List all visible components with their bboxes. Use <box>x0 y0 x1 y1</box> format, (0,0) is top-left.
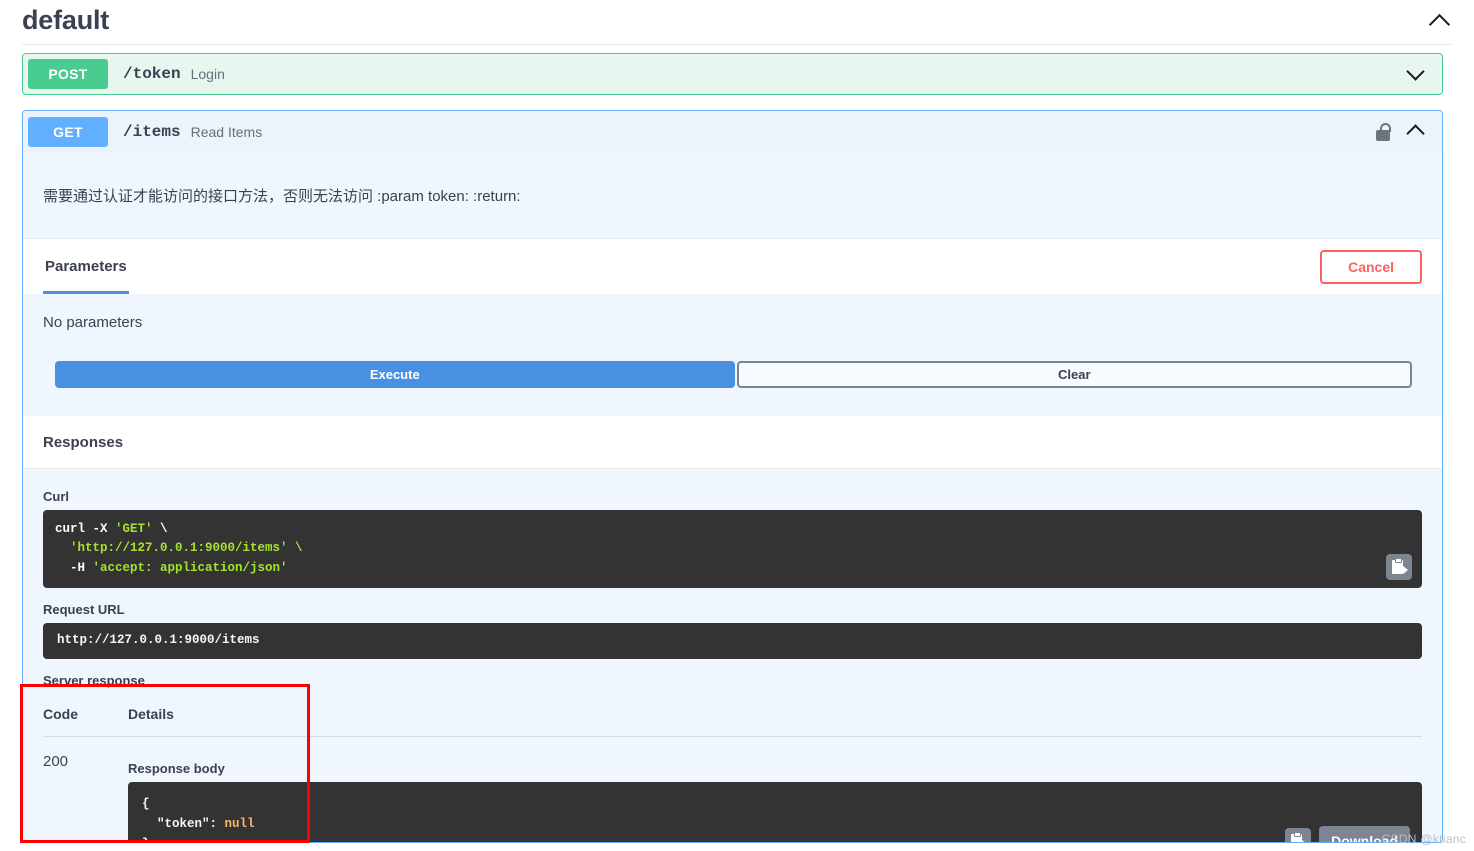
column-header-details: Details <box>128 693 1422 737</box>
operation-description: 需要通过认证才能访问的接口方法，否则无法访问 :param token: :re… <box>23 152 1442 239</box>
curl-line1-command: curl -X <box>55 522 116 536</box>
curl-code-block: curl -X 'GET' \ 'http://127.0.0.1:9000/i… <box>43 510 1422 589</box>
response-details-cell: Response body { "token": null }Download <box>128 736 1422 843</box>
copy-arrow <box>1403 566 1408 575</box>
server-response-table: Code Details 200 Response body { "token"… <box>43 693 1422 843</box>
request-url-label: Request URL <box>43 602 125 618</box>
page-title: default <box>22 4 110 35</box>
curl-line2: 'http://127.0.0.1:9000/items' \ <box>55 541 303 556</box>
operation-summary-get[interactable]: GET /items Read Items <box>23 111 1442 152</box>
curl-line1-tail: \ <box>152 522 168 536</box>
expand-post-wrapper[interactable] <box>1406 62 1430 86</box>
response-body-key: "token": <box>142 816 225 831</box>
watermark: CSDN @ktianc <box>1381 832 1466 846</box>
operation-path-post: /token <box>123 65 181 83</box>
cancel-button[interactable]: Cancel <box>1320 249 1422 284</box>
curl-line1-string: 'GET' <box>115 522 153 536</box>
copy-clipboard-icon <box>1291 831 1308 842</box>
method-badge-post: POST <box>28 59 108 89</box>
chevron-up-icon[interactable] <box>1428 10 1452 34</box>
padlock-body <box>1376 129 1390 141</box>
responses-heading: Responses <box>43 433 124 451</box>
parameters-bar: Parameters Cancel <box>23 239 1442 294</box>
column-header-code: Code <box>43 693 128 737</box>
table-row: 200 Response body { "token": null }Downl… <box>43 736 1422 843</box>
clear-button[interactable]: Clear <box>736 361 1412 388</box>
response-body-brace-open: { <box>142 796 150 811</box>
operation-summary-text-get: Read Items <box>190 123 263 140</box>
responses-content: Curl curl -X 'GET' \ 'http://127.0.0.1:9… <box>23 469 1442 843</box>
response-body-label: Response body <box>128 760 225 776</box>
method-badge-get: GET <box>28 116 108 147</box>
operation-summary-text-post: Login <box>190 66 225 82</box>
collapse-get-wrapper[interactable] <box>1406 120 1430 144</box>
tag-header-default[interactable]: default <box>22 0 1452 45</box>
server-response-label: Server response <box>43 672 145 688</box>
chevron-up-icon[interactable] <box>1406 120 1430 144</box>
curl-label: Curl <box>43 489 69 504</box>
response-code: 200 <box>43 752 69 770</box>
response-body-code-block: { "token": null }Download <box>128 781 1422 843</box>
copy-response-button[interactable] <box>1285 827 1312 842</box>
execute-button[interactable]: Execute <box>55 361 735 388</box>
operation-get-items: GET /items Read Items 需要通过认证才能访问的接口方法，否则… <box>22 110 1443 843</box>
copy-arrow <box>1302 839 1308 842</box>
request-url-value: http://127.0.0.1:9000/items <box>43 623 1422 659</box>
table-header-row: Code Details <box>43 693 1422 737</box>
operation-post-token[interactable]: POST /token Login <box>22 53 1443 95</box>
tab-parameters[interactable]: Parameters <box>43 239 129 294</box>
unlocked-padlock-icon[interactable] <box>1376 122 1392 141</box>
response-body-value: null <box>224 816 255 831</box>
table-body: 200 Response body { "token": null }Downl… <box>43 736 1422 843</box>
execute-row: Execute Clear <box>23 351 1442 416</box>
curl-line3-command: -H <box>55 560 93 575</box>
operation-path-get: /items <box>123 122 181 141</box>
chevron-down-icon[interactable] <box>1406 62 1430 86</box>
table-head: Code Details <box>43 693 1422 737</box>
operation-summary-post[interactable]: POST /token Login <box>23 54 1442 94</box>
swagger-ui-page: default POST /token Login GET /items Rea… <box>0 0 1474 851</box>
curl-line3-string: 'accept: application/json' <box>92 560 288 575</box>
no-parameters-text: No parameters <box>23 294 1442 351</box>
responses-bar: Responses <box>23 416 1442 469</box>
copy-curl-button[interactable] <box>1386 554 1412 581</box>
operation-body-get: 需要通过认证才能访问的接口方法，否则无法访问 :param token: :re… <box>23 152 1442 843</box>
copy-clipboard-icon <box>1392 558 1408 575</box>
response-body-brace-close: } <box>142 837 150 843</box>
